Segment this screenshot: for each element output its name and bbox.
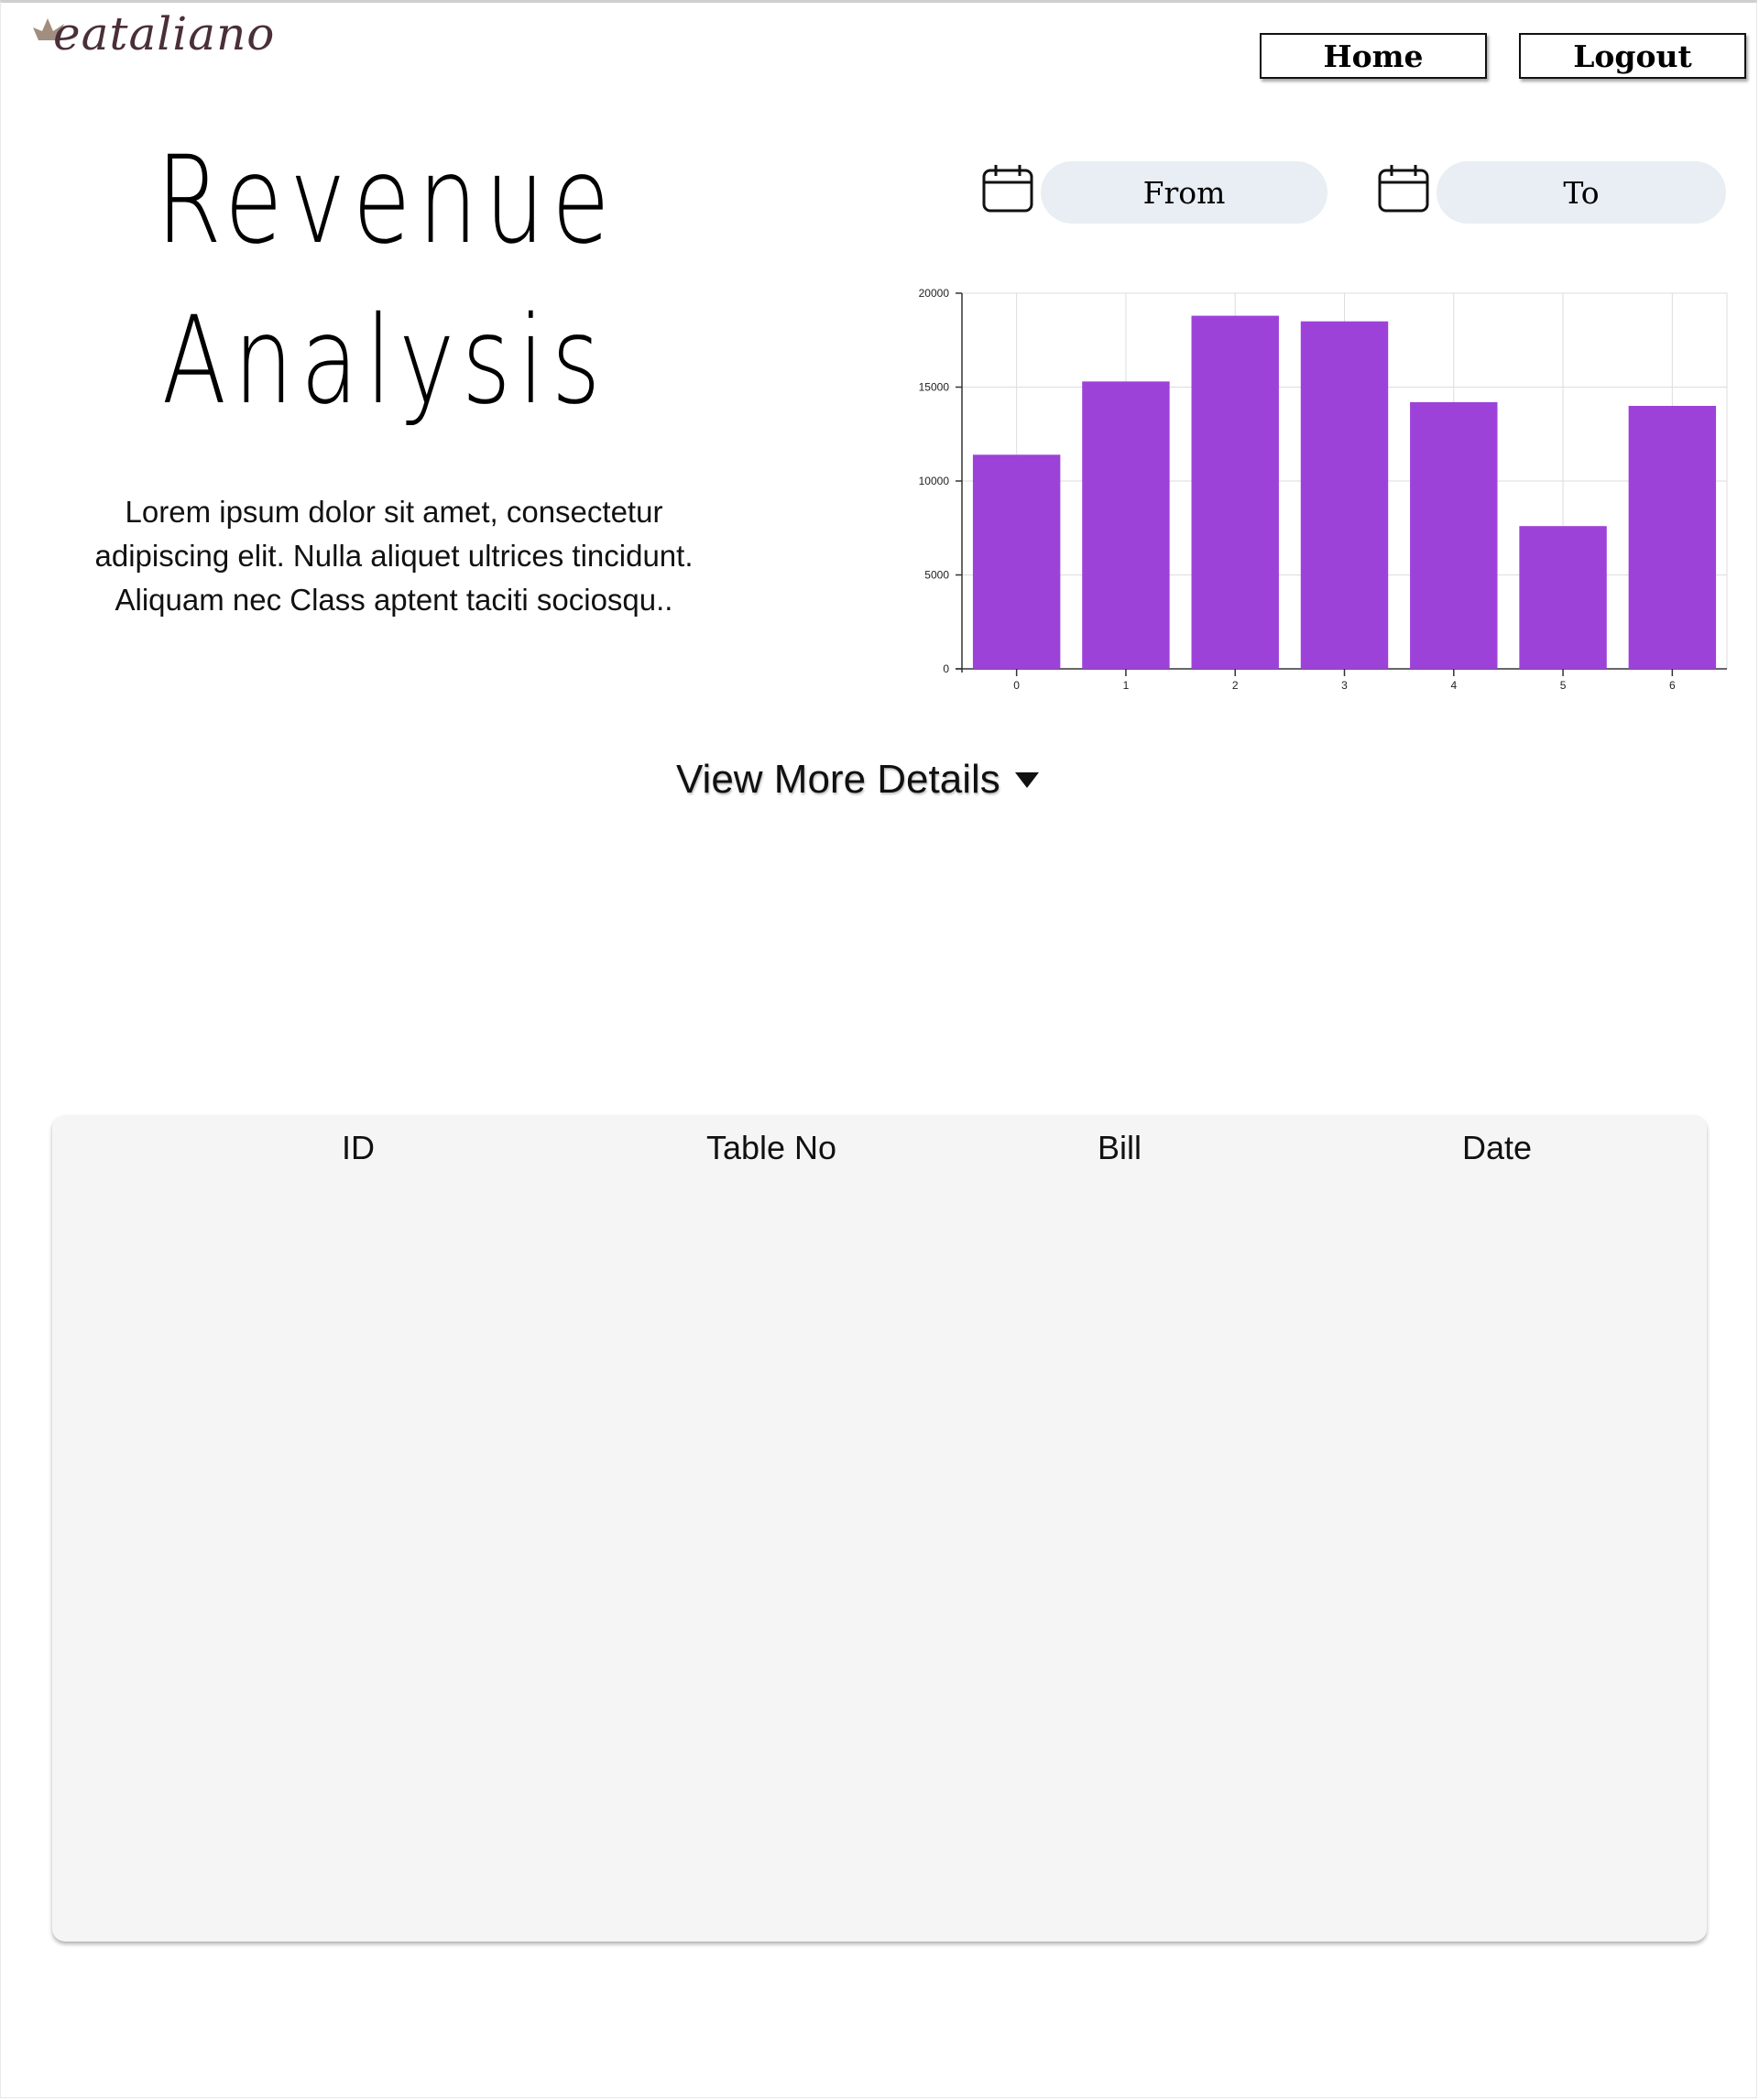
page-title-line-1: Revenue <box>156 130 617 271</box>
x-tick-label: 1 <box>1123 679 1130 692</box>
intro-text: Lorem ipsum dolor sit amet, consectetur … <box>94 495 694 617</box>
x-tick-label: 2 <box>1232 679 1239 692</box>
orders-table <box>52 1115 1707 1941</box>
home-button[interactable]: Home <box>1260 33 1487 79</box>
y-tick-label: 10000 <box>919 475 950 487</box>
y-tick-label: 5000 <box>924 569 949 582</box>
x-tick-label: 3 <box>1341 679 1348 692</box>
caret-down-icon <box>1014 772 1039 788</box>
bar <box>1410 401 1498 669</box>
y-tick-label: 20000 <box>919 287 950 300</box>
column-header-table-no: Table No <box>705 1129 837 1166</box>
from-date-field[interactable]: From <box>1041 161 1327 224</box>
calendar-icon[interactable] <box>1378 165 1429 213</box>
x-tick-label: 5 <box>1560 679 1567 692</box>
brand-name: eataliano <box>53 7 276 60</box>
bar <box>1300 321 1389 669</box>
logout-button[interactable]: Logout <box>1519 33 1746 79</box>
to-date-field[interactable]: To <box>1437 161 1726 224</box>
x-tick-label: 6 <box>1669 679 1676 692</box>
bar <box>1628 406 1717 669</box>
calendar-icon[interactable] <box>982 165 1033 213</box>
page-title: Revenue Analysis <box>156 121 613 442</box>
column-header-bill: Bill <box>1097 1129 1142 1166</box>
bar <box>1191 315 1279 669</box>
brand-logo[interactable]: eataliano <box>31 5 279 70</box>
bar <box>972 454 1061 669</box>
view-more-details-label: View More Details <box>676 757 1000 802</box>
bar <box>1519 526 1607 669</box>
column-header-id: ID <box>342 1129 375 1166</box>
revenue-bar-chart: 0 5000 10000 15000 20000 0 1 2 3 4 5 6 <box>919 287 1728 692</box>
y-tick-label: 15000 <box>919 381 950 394</box>
column-header-date: Date <box>1461 1129 1533 1166</box>
x-tick-label: 0 <box>1013 679 1020 692</box>
x-tick-label: 4 <box>1450 679 1457 692</box>
bar <box>1082 381 1170 669</box>
view-more-details-toggle[interactable]: View More Details <box>676 757 1041 803</box>
page-title-line-2: Analysis <box>161 290 608 432</box>
y-tick-label: 0 <box>943 662 949 675</box>
